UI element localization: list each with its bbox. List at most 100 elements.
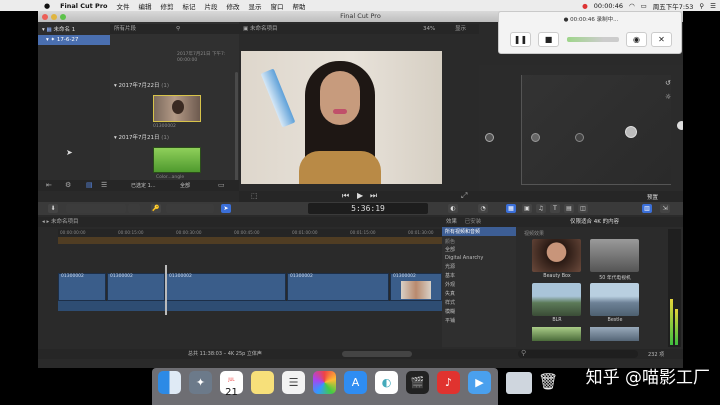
- app-store-icon[interactable]: A: [344, 371, 367, 394]
- clip-thumbnail-1[interactable]: [153, 95, 201, 122]
- import-icon[interactable]: ⬇: [48, 204, 58, 213]
- menu-file[interactable]: 文件: [117, 1, 130, 11]
- category-item[interactable]: 基本: [442, 271, 516, 280]
- edit-buttons[interactable]: [66, 204, 126, 213]
- photos-icon[interactable]: ▣: [522, 204, 532, 213]
- clip-thumbnail-2[interactable]: [153, 147, 201, 173]
- timeline-ruler[interactable]: 00:00:00:00 00:00:15:00 00:00:30:00 00:0…: [58, 229, 442, 237]
- enhance-buttons[interactable]: [166, 204, 214, 213]
- timecode-display[interactable]: 5:36:19: [308, 203, 428, 214]
- installed-tab[interactable]: 已安装: [465, 219, 482, 225]
- next-frame-button[interactable]: ⏭: [370, 191, 377, 201]
- category-item[interactable]: Digital Anarchy: [442, 254, 516, 262]
- effects-toggle-icon[interactable]: ◐: [448, 204, 458, 213]
- finder-icon[interactable]: [158, 371, 181, 394]
- keyword-icon[interactable]: 🔑: [151, 204, 161, 213]
- color-puck-1[interactable]: [531, 133, 540, 142]
- final-cut-pro-icon[interactable]: 🎬: [406, 371, 429, 394]
- browser-scrollbar[interactable]: [235, 72, 238, 182]
- effects-search-field[interactable]: ⚲: [518, 349, 638, 358]
- menubar-recording-time[interactable]: 00:00:46: [594, 2, 623, 10]
- event-row-selected[interactable]: ▾ ✦ 17-6-27: [38, 35, 110, 45]
- menu-clip[interactable]: 片段: [205, 1, 218, 11]
- disclosure-icon[interactable]: ▾: [46, 37, 49, 43]
- fullscreen-icon[interactable]: ⤢: [461, 191, 467, 201]
- zoom-window-button[interactable]: [60, 14, 66, 20]
- effect-thumbnail-bestle[interactable]: [590, 283, 639, 316]
- category-item[interactable]: 样式: [442, 298, 516, 307]
- browser-filter-label[interactable]: 所有片段: [114, 26, 136, 32]
- timeline-clip[interactable]: 01300002: [166, 273, 286, 301]
- battery-icon[interactable]: ▭: [641, 2, 647, 10]
- preset-menu[interactable]: 预置: [647, 193, 658, 201]
- category-item[interactable]: 模糊: [442, 307, 516, 316]
- timeline-nav-icon[interactable]: ◂ ▸: [42, 219, 49, 225]
- launchpad-icon[interactable]: ✦: [189, 371, 212, 394]
- generators-icon[interactable]: ▤: [564, 204, 574, 213]
- menu-trim[interactable]: 修剪: [161, 1, 174, 11]
- trash-icon[interactable]: 🗑: [538, 372, 558, 394]
- reminders-icon[interactable]: ☰: [282, 371, 305, 394]
- brightness-icon[interactable]: ☼: [665, 93, 671, 101]
- playhead[interactable]: [165, 265, 167, 315]
- close-recorder-button[interactable]: ✕: [651, 32, 672, 47]
- disclosure-icon[interactable]: ▾: [42, 27, 45, 33]
- themes-icon[interactable]: ◫: [578, 204, 588, 213]
- play-button[interactable]: ▶: [357, 191, 363, 200]
- previous-frame-button[interactable]: ⏮: [342, 191, 349, 201]
- apple-icon[interactable]: ●: [44, 2, 50, 10]
- list-view-icon[interactable]: ☰: [101, 181, 107, 189]
- effect-thumbnail-partial[interactable]: [532, 327, 581, 341]
- viewer-display-menu[interactable]: 显示: [455, 24, 466, 34]
- netease-music-icon[interactable]: ♪: [437, 371, 460, 394]
- video-recorder-icon[interactable]: ▶: [468, 371, 491, 394]
- effects-tab[interactable]: 效果: [446, 219, 457, 225]
- library-row[interactable]: ▾ ▦ 未命名 1: [38, 25, 110, 35]
- music-icon[interactable]: ♫: [536, 204, 546, 213]
- video-frame[interactable]: [241, 51, 442, 184]
- menu-modify[interactable]: 修改: [227, 1, 240, 11]
- titles-icon[interactable]: T: [550, 204, 560, 213]
- transitions-icon[interactable]: ◔: [478, 204, 488, 213]
- effect-thumbnail-beauty-box[interactable]: [532, 239, 581, 272]
- browser-search-icon[interactable]: ⚲: [176, 24, 180, 34]
- transform-icon[interactable]: ⬚: [251, 192, 258, 200]
- global-puck[interactable]: [485, 133, 494, 142]
- photos-icon[interactable]: [313, 371, 336, 394]
- settings-gear-icon[interactable]: ⚙: [65, 181, 71, 189]
- timeline-clip[interactable]: 01300002: [390, 273, 442, 301]
- effects-group-all[interactable]: 所有视频和音频: [442, 227, 516, 236]
- color-puck-4[interactable]: [677, 121, 683, 130]
- effect-thumbnail-partial[interactable]: [590, 327, 639, 341]
- reset-icon[interactable]: ↺: [665, 79, 671, 87]
- category-item[interactable]: 全部: [442, 245, 516, 254]
- webcam-button[interactable]: ◉: [626, 32, 647, 47]
- audio-waveform[interactable]: [58, 301, 442, 311]
- menubar-clock[interactable]: 周五下午7:53: [653, 1, 694, 11]
- minimize-window-button[interactable]: [51, 14, 57, 20]
- clip-appearance-icon[interactable]: ▭: [218, 181, 225, 189]
- sidebar-toggle-icon[interactable]: ⇤: [46, 181, 52, 189]
- edit-dropdown[interactable]: [128, 204, 140, 213]
- timeline-zoom-slider[interactable]: [342, 351, 412, 357]
- effects-browser-icon[interactable]: ▦: [506, 204, 516, 213]
- color-puck-3[interactable]: [625, 126, 637, 138]
- menu-app-name[interactable]: Final Cut Pro: [60, 2, 107, 10]
- menu-view[interactable]: 显示: [249, 1, 262, 11]
- menu-window[interactable]: 窗口: [271, 1, 284, 11]
- category-item[interactable]: 平铺: [442, 316, 516, 325]
- stop-recording-button[interactable]: ■: [538, 32, 559, 47]
- timeline-clip[interactable]: 01300002: [287, 273, 389, 301]
- group-header-2[interactable]: ▾ 2017年7月21日 (1): [114, 133, 169, 141]
- notes-icon[interactable]: [251, 371, 274, 394]
- filter-all-label[interactable]: 全部: [180, 182, 190, 189]
- group-header-1[interactable]: ▾ 2017年7月22日 (1): [114, 81, 169, 89]
- search-icon[interactable]: ⚲: [699, 2, 704, 10]
- viewer-zoom[interactable]: 34%: [423, 24, 435, 34]
- category-item[interactable]: 失真: [442, 289, 516, 298]
- effect-thumbnail-blr[interactable]: [532, 283, 581, 316]
- downloads-stack-icon[interactable]: [506, 372, 532, 394]
- pause-recording-button[interactable]: ❚❚: [510, 32, 531, 47]
- menu-edit[interactable]: 编辑: [139, 1, 152, 11]
- category-item[interactable]: 外观: [442, 280, 516, 289]
